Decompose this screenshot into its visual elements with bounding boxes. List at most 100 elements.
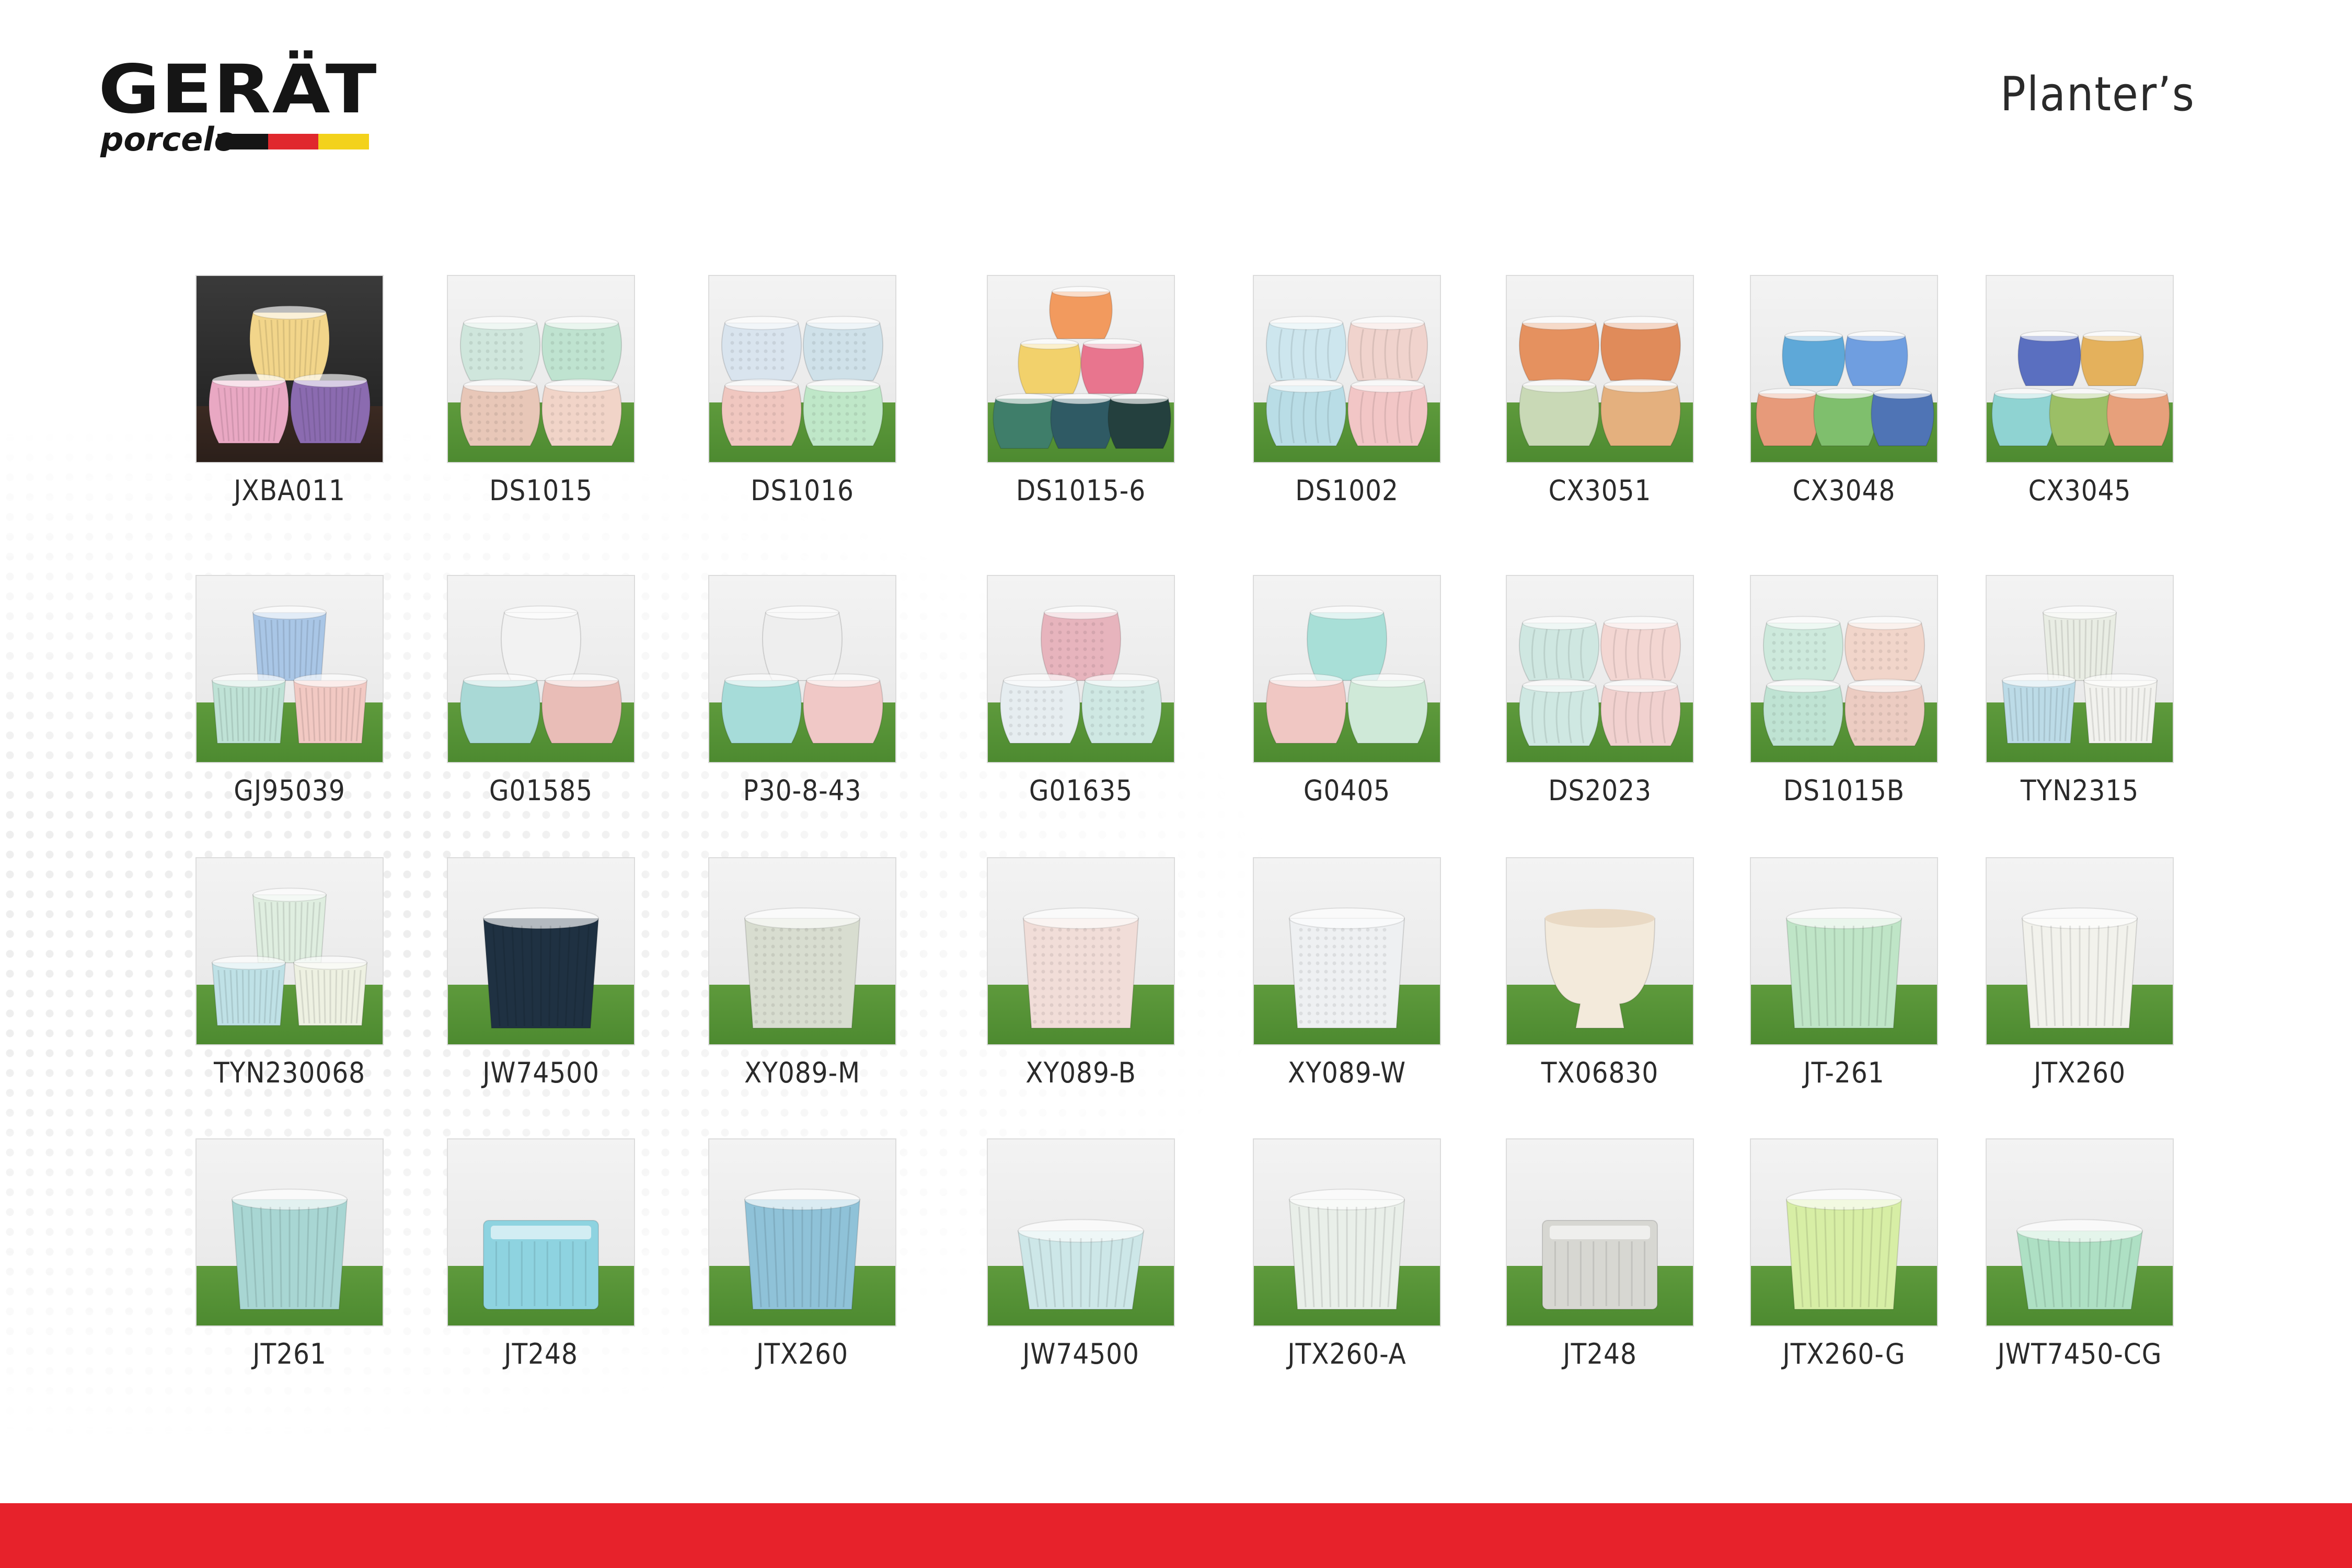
product-photo [195, 857, 384, 1045]
product-code: G01585 [489, 774, 593, 807]
product-card: DS1002 [1253, 275, 1441, 507]
product-card: G01585 [447, 575, 635, 807]
product-code: JT261 [252, 1338, 327, 1370]
product-code: DS1015-6 [1016, 474, 1146, 507]
product-photo [447, 575, 635, 763]
planter-illustration [1518, 616, 1681, 746]
product-photo [1253, 575, 1441, 763]
footer-bar [0, 1503, 2352, 1568]
product-card: CX3048 [1750, 275, 1938, 507]
product-code: JTX260 [756, 1338, 848, 1370]
planter-illustration [459, 316, 622, 446]
product-card: JXBA011 [195, 275, 384, 507]
product-code: JT248 [504, 1338, 578, 1370]
product-photo [1253, 275, 1441, 463]
product-card: JTX260-A [1253, 1138, 1441, 1370]
planter-illustration [744, 907, 861, 1029]
product-card: JT-261 [1750, 857, 1938, 1089]
product-code: JW74500 [482, 1056, 599, 1089]
planter-illustration [1762, 616, 1926, 746]
product-photo [1506, 1138, 1694, 1327]
product-code: TYN230068 [213, 1056, 366, 1089]
product-photo [195, 275, 384, 463]
planter-illustration [2001, 605, 2158, 744]
planter-illustration [208, 305, 371, 444]
product-card: JWT7450-CG [1986, 1138, 2174, 1370]
product-code: DS2023 [1548, 774, 1652, 807]
product-photo [1750, 1138, 1938, 1327]
product-photo [447, 857, 635, 1045]
product-card: TYN2315 [1986, 575, 2174, 807]
planter-illustration [1288, 1189, 1405, 1310]
product-code: CX3048 [1792, 474, 1896, 507]
product-photo [1986, 575, 2174, 763]
product-code: G01635 [1029, 774, 1133, 807]
product-card: JT248 [1506, 1138, 1694, 1370]
product-photo [708, 275, 896, 463]
product-photo [987, 275, 1175, 463]
product-photo [1986, 275, 2174, 463]
planter-illustration [231, 1189, 348, 1310]
product-card: G0405 [1253, 575, 1441, 807]
product-photo [1506, 275, 1694, 463]
product-code: TYN2315 [2020, 774, 2139, 807]
product-code: DS1015B [1783, 774, 1905, 807]
product-photo [195, 575, 384, 763]
product-card: XY089-B [987, 857, 1175, 1089]
product-code: GJ95039 [234, 774, 345, 807]
product-photo [447, 1138, 635, 1327]
product-photo [708, 575, 896, 763]
planter-illustration [993, 286, 1171, 449]
planter-illustration [1265, 316, 1428, 446]
product-card: XY089-M [708, 857, 896, 1089]
product-card: DS1015 [447, 275, 635, 507]
product-code: JW74500 [1022, 1338, 1139, 1370]
product-code: DS1016 [751, 474, 854, 507]
product-card: DS1016 [708, 275, 896, 507]
planter-illustration [721, 316, 884, 446]
product-photo [708, 857, 896, 1045]
product-code: JTX260 [2034, 1056, 2126, 1089]
product-photo [1986, 1138, 2174, 1327]
planter-illustration [1022, 907, 1139, 1029]
product-photo [447, 275, 635, 463]
planter-illustration [483, 1220, 599, 1310]
planter-illustration [211, 605, 368, 744]
product-photo [1253, 857, 1441, 1045]
planter-illustration [744, 1189, 861, 1310]
product-card: DS2023 [1506, 575, 1694, 807]
product-photo [708, 1138, 896, 1327]
product-card: P30-8-43 [708, 575, 896, 807]
planter-illustration [1288, 907, 1405, 1029]
product-card: JTX260 [1986, 857, 2174, 1089]
planter-illustration [1518, 316, 1681, 446]
brand-logo: GERÄT porcelo [98, 56, 377, 161]
product-code: JTX260-G [1782, 1338, 1906, 1370]
product-card: CX3051 [1506, 275, 1694, 507]
product-code: JTX260-A [1287, 1338, 1406, 1370]
product-card: JW74500 [447, 857, 635, 1089]
brand-subname: porcelo [100, 120, 237, 158]
product-code: JT248 [1563, 1338, 1637, 1370]
product-code: DS1015 [489, 474, 593, 507]
product-card: JT261 [195, 1138, 384, 1370]
planter-illustration [1017, 1219, 1145, 1310]
product-card: TYN230068 [195, 857, 384, 1089]
planter-illustration [1265, 605, 1428, 744]
product-code: JT-261 [1803, 1056, 1885, 1089]
planter-illustration [211, 887, 368, 1026]
product-code: CX3051 [1548, 474, 1652, 507]
product-code: XY089-M [744, 1056, 861, 1089]
product-photo [1750, 275, 1938, 463]
product-photo [1253, 1138, 1441, 1327]
product-photo [987, 575, 1175, 763]
planter-illustration [1544, 909, 1656, 1029]
product-photo [1506, 857, 1694, 1045]
product-photo [1986, 857, 2174, 1045]
planter-illustration [721, 605, 884, 744]
product-photo [1506, 575, 1694, 763]
product-card: JT248 [447, 1138, 635, 1370]
product-card: JTX260-G [1750, 1138, 1938, 1370]
product-code: CX3045 [2028, 474, 2131, 507]
product-card: TX06830 [1506, 857, 1694, 1089]
